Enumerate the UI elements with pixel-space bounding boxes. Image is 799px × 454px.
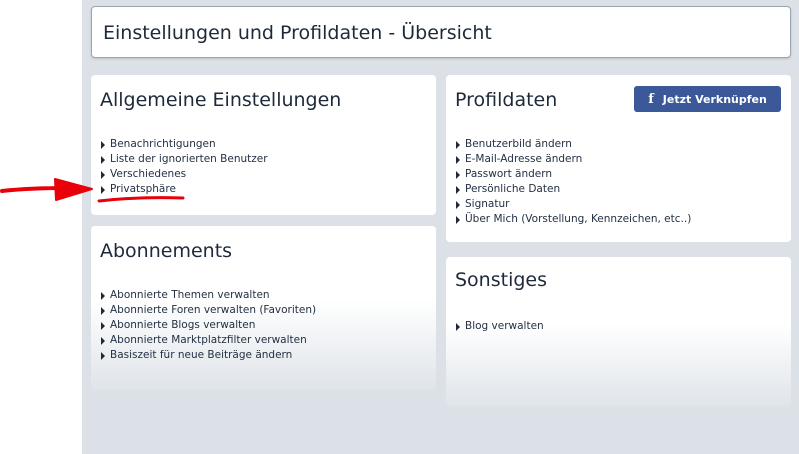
red-underline-mark [97,196,185,203]
red-arrow-head-mark [54,178,93,201]
red-annotation [0,178,185,203]
